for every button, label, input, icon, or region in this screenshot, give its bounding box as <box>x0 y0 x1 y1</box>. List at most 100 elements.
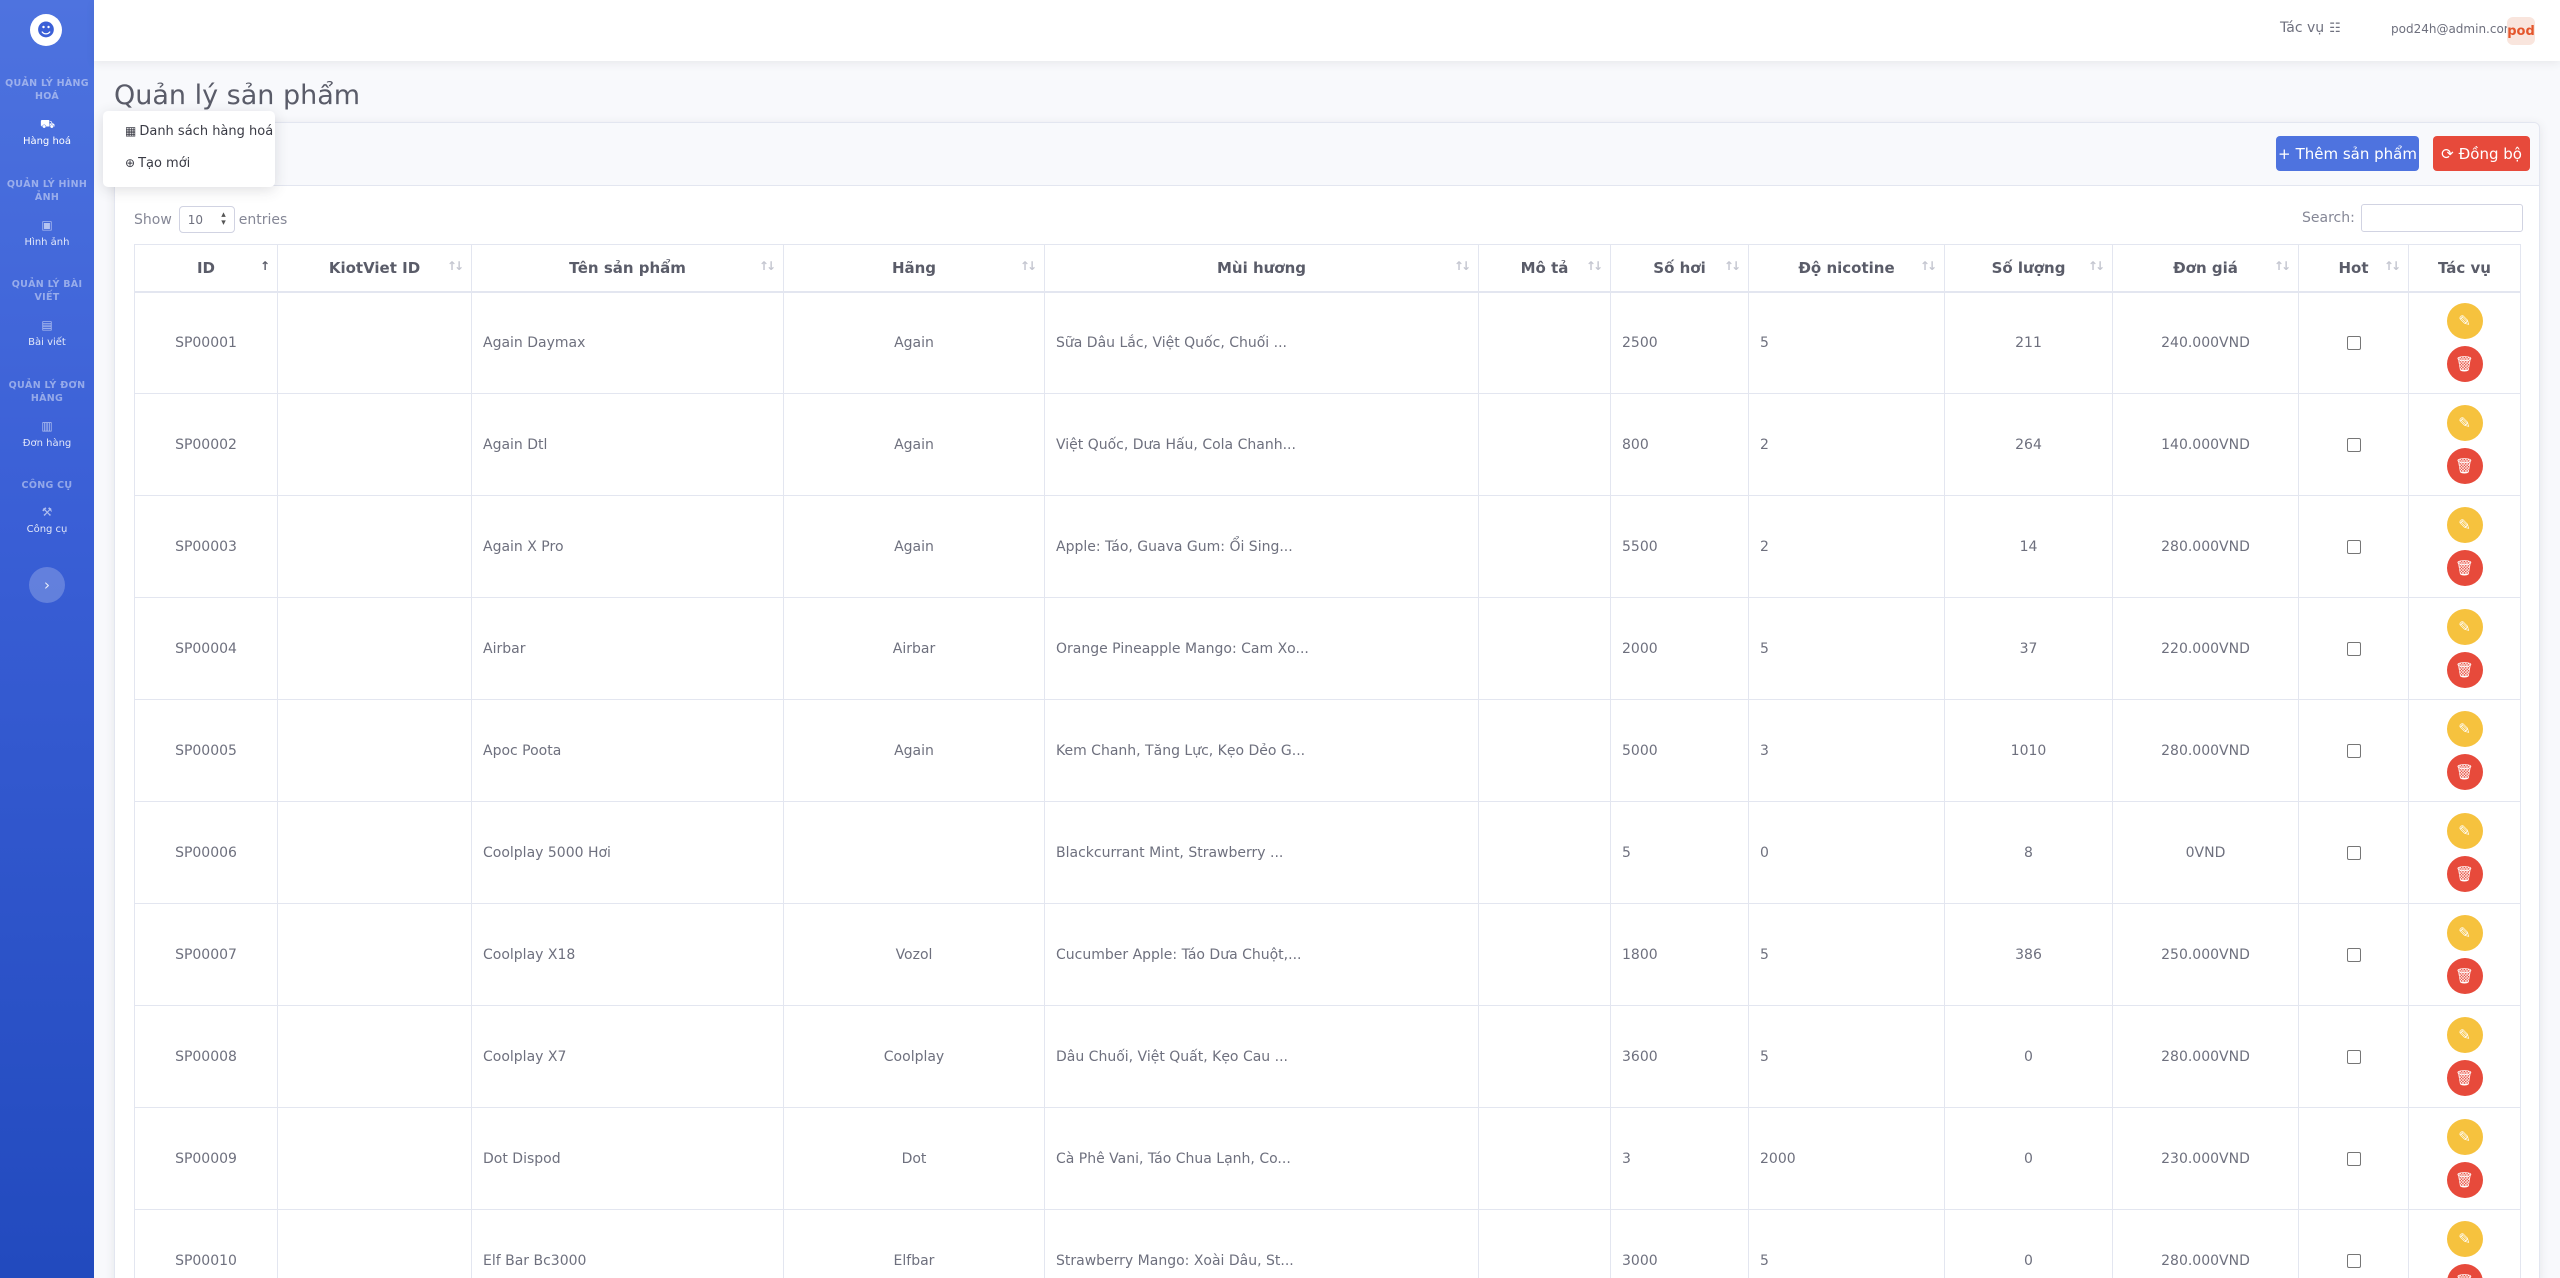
hot-checkbox[interactable] <box>2346 335 2361 350</box>
row-actions: ✎🗑 <box>2420 1221 2509 1278</box>
table-row: SP00004 Airbar Airbar Orange Pineapple Mang… <box>134 597 2521 700</box>
column-header[interactable]: Mô tả ↑↓ <box>1478 244 1611 293</box>
cell-brand: Coolplay <box>783 1005 1045 1108</box>
column-header-label: Tên sản phẩm <box>569 258 686 277</box>
tasks-menu[interactable]: Tác vụ ☷ <box>2280 20 2341 36</box>
cell-kiotviet <box>277 393 472 496</box>
delete-button[interactable]: 🗑 <box>2446 1060 2483 1096</box>
sync-button[interactable]: ⟳ Đồng bộ <box>2433 136 2530 171</box>
row-actions: ✎🗑 <box>2420 609 2509 688</box>
cell-name: Apoc Poota <box>471 699 784 802</box>
cell-kiotviet <box>277 801 472 904</box>
cell-nicotine: 2 <box>1748 495 1945 598</box>
cell-kiotviet <box>277 495 472 598</box>
delete-button[interactable]: 🗑 <box>2446 1162 2483 1198</box>
column-header[interactable]: Tên sản phẩm ↑↓ <box>471 244 784 293</box>
edit-button[interactable]: ✎ <box>2446 609 2483 645</box>
sidebar-item-orders[interactable]: ▥ Đơn hàng <box>0 420 94 449</box>
edit-button[interactable]: ✎ <box>2446 1221 2483 1257</box>
cell-flavor: Sữa Dâu Lắc, Việt Quốc, Chuối ... <box>1044 291 1479 394</box>
cell-price: 280.000VND <box>2112 495 2299 598</box>
edit-button[interactable]: ✎ <box>2446 711 2483 747</box>
column-header[interactable]: Mùi hương ↑↓ <box>1044 244 1479 293</box>
cell-actions: ✎🗑 <box>2408 291 2521 394</box>
edit-button[interactable]: ✎ <box>2446 507 2483 543</box>
cell-hot <box>2298 801 2409 904</box>
delete-button[interactable]: 🗑 <box>2446 754 2483 790</box>
hot-checkbox[interactable] <box>2346 845 2361 860</box>
cell-flavor: Kem Chanh, Tăng Lực, Kẹo Dẻo G... <box>1044 699 1479 802</box>
sidebar-item-posts[interactable]: ▤ Bài viết <box>0 319 94 348</box>
cell-desc <box>1478 291 1611 394</box>
edit-button[interactable]: ✎ <box>2446 915 2483 951</box>
avatar[interactable]: pod <box>2507 17 2535 45</box>
hot-checkbox[interactable] <box>2346 947 2361 962</box>
cell-desc <box>1478 1209 1611 1278</box>
sidebar: ☻ QUẢN LÝ HÀNG HOÁ ⛟ Hàng hoá QUẢN LÝ HÌ… <box>0 0 94 1278</box>
show-entries-control: Show 10 ▴ ▾ entries <box>134 206 287 233</box>
cell-name: Airbar <box>471 597 784 700</box>
products-table-wrapper: ID ↑ KiotViet ID ↑↓ Tên sản phẩm ↑↓ Hãng ↑↓ Mùi … <box>134 244 2521 1278</box>
dropdown-item-label: Tạo mới <box>138 156 191 171</box>
column-header[interactable]: Độ nicotine ↑↓ <box>1748 244 1945 293</box>
table-row: SP00008 Coolplay X7 Coolplay Dâu Chuối, Việ… <box>134 1005 2521 1108</box>
edit-button[interactable]: ✎ <box>2446 1119 2483 1155</box>
column-header[interactable]: Số lượng ↑↓ <box>1944 244 2113 293</box>
cell-hot <box>2298 699 2409 802</box>
cell-qty: 37 <box>1944 597 2113 700</box>
dropdown-item-create-new[interactable]: ⊕ Tạo mới <box>125 156 190 171</box>
trash-icon: 🗑 <box>2454 1171 2475 1189</box>
edit-button[interactable]: ✎ <box>2446 405 2483 441</box>
entries-select[interactable]: 10 ▴ ▾ <box>178 206 235 233</box>
edit-button[interactable]: ✎ <box>2446 813 2483 849</box>
column-header[interactable]: KiotViet ID ↑↓ <box>277 244 472 293</box>
hot-checkbox[interactable] <box>2346 437 2361 452</box>
cell-desc <box>1478 495 1611 598</box>
delete-button[interactable]: 🗑 <box>2446 1264 2483 1278</box>
cell-id: SP00005 <box>134 699 278 802</box>
delete-button[interactable]: 🗑 <box>2446 856 2483 892</box>
tasks-label: Tác vụ <box>2280 20 2325 36</box>
hot-checkbox[interactable] <box>2346 743 2361 758</box>
sort-icon: ↑↓ <box>2383 259 2401 273</box>
cell-desc <box>1478 393 1611 496</box>
brand-logo-icon[interactable]: ☻ <box>30 14 62 46</box>
column-header[interactable]: ID ↑ <box>134 244 278 293</box>
delete-button[interactable]: 🗑 <box>2446 550 2483 586</box>
user-email[interactable]: pod24h@admin.com <box>2391 22 2516 36</box>
column-header-label: KiotViet ID <box>328 258 421 277</box>
hot-checkbox[interactable] <box>2346 539 2361 554</box>
topbar <box>94 0 2560 61</box>
hot-checkbox[interactable] <box>2346 1049 2361 1064</box>
table-row: SP00001 Again Daymax Again Sữa Dâu Lắc, Việ… <box>134 291 2521 394</box>
delete-button[interactable]: 🗑 <box>2446 958 2483 994</box>
column-header[interactable]: Hãng ↑↓ <box>783 244 1045 293</box>
hot-checkbox[interactable] <box>2346 1151 2361 1166</box>
sidebar-toggle-button[interactable]: › <box>29 567 65 603</box>
cell-actions: ✎🗑 <box>2408 597 2521 700</box>
column-header[interactable]: Số hơi ↑↓ <box>1610 244 1749 293</box>
dropdown-item-product-list[interactable]: ▦ Danh sách hàng hoá <box>125 124 273 139</box>
table-header-row: ID ↑ KiotViet ID ↑↓ Tên sản phẩm ↑↓ Hãng ↑↓ Mùi … <box>134 244 2521 293</box>
add-product-button[interactable]: + Thêm sản phẩm <box>2276 136 2419 171</box>
search-input[interactable] <box>2360 204 2523 232</box>
delete-button[interactable]: 🗑 <box>2446 346 2483 383</box>
table-row: SP00005 Apoc Poota Again Kem Chanh, Tăng Lự… <box>134 699 2521 802</box>
edit-button[interactable]: ✎ <box>2446 1017 2483 1053</box>
cell-puffs: 3 <box>1610 1107 1749 1210</box>
hot-checkbox[interactable] <box>2346 1253 2361 1268</box>
cell-nicotine: 0 <box>1748 801 1945 904</box>
column-header[interactable]: Đơn giá ↑↓ <box>2112 244 2299 293</box>
cell-nicotine: 2000 <box>1748 1107 1945 1210</box>
hot-checkbox[interactable] <box>2346 641 2361 656</box>
sidebar-item-tools[interactable]: ⚒ Công cụ <box>0 506 94 535</box>
sidebar-item-images[interactable]: ▣ Hình ảnh <box>0 219 94 248</box>
sidebar-item-products[interactable]: ⛟ Hàng hoá <box>0 118 94 147</box>
cell-hot <box>2298 1005 2409 1108</box>
sort-icon: ↑↓ <box>2087 259 2105 273</box>
edit-button[interactable]: ✎ <box>2446 303 2483 340</box>
delete-button[interactable]: 🗑 <box>2446 448 2483 484</box>
cell-id: SP00004 <box>134 597 278 700</box>
delete-button[interactable]: 🗑 <box>2446 652 2483 688</box>
column-header[interactable]: Hot ↑↓ <box>2298 244 2409 293</box>
